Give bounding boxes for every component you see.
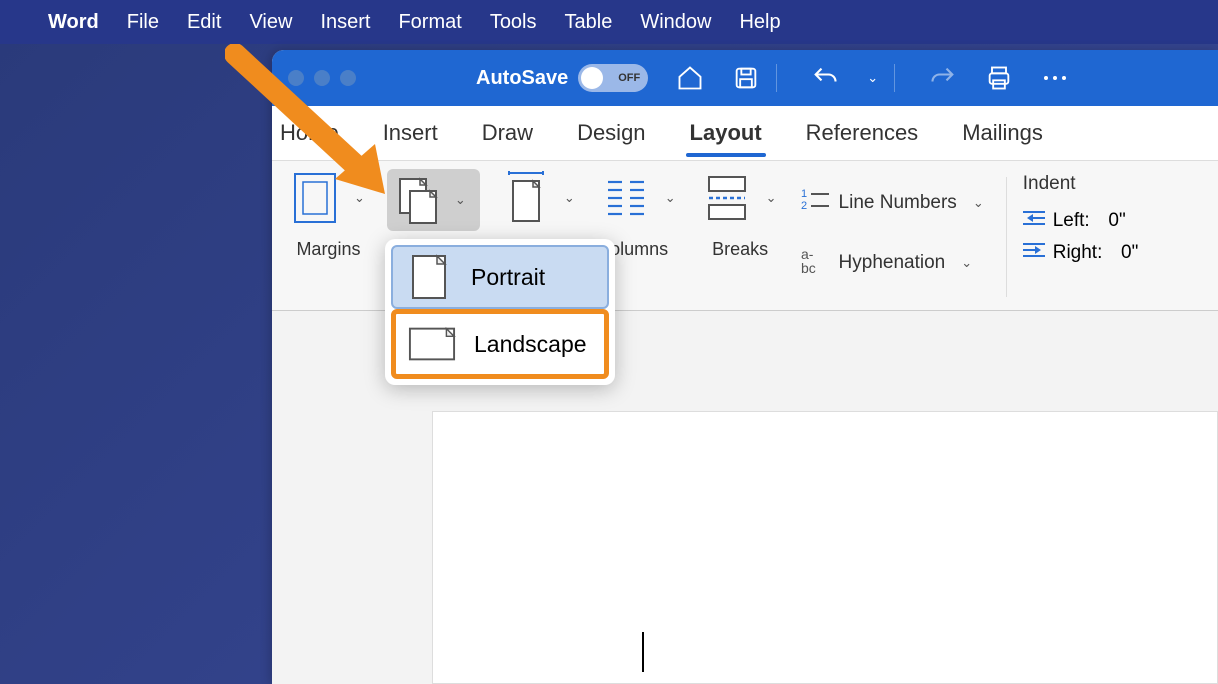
margins-icon [290,173,340,223]
ribbon-content-layout: ⌄ Margins ⌄ O ⌄ [272,161,1218,311]
menubar-edit[interactable]: Edit [187,11,221,34]
menubar-help[interactable]: Help [739,11,780,34]
columns-chevron-icon[interactable]: ⌄ [659,190,682,206]
portrait-page-icon [405,257,453,297]
svg-text:2: 2 [801,200,807,212]
margins-label: Margins [296,239,360,260]
autosave-state: OFF [618,72,640,84]
hyphenation-icon: a-bc [801,247,829,279]
toggle-knob-icon [581,67,603,89]
tab-home[interactable]: Home [276,110,343,156]
line-numbers-button[interactable]: 12 Line Numbers ⌄ [797,181,994,225]
menubar-view[interactable]: View [249,11,292,34]
indent-right-label: Right: [1053,242,1103,264]
svg-text:1: 1 [801,188,807,200]
home-icon[interactable] [676,64,704,92]
menubar-app-name[interactable]: Word [48,11,99,34]
tab-draw[interactable]: Draw [478,110,537,156]
line-numbers-icon: 12 [801,187,829,219]
columns-label: olumns [610,239,668,260]
margins-chevron-icon[interactable]: ⌄ [348,190,371,206]
landscape-label: Landscape [474,331,587,358]
menubar-format[interactable]: Format [398,11,461,34]
undo-dropdown-chevron-icon[interactable]: ⌄ [867,70,878,86]
columns-button[interactable] [597,169,655,227]
traffic-lights [288,70,356,86]
undo-icon[interactable] [811,64,839,92]
indent-group: Indent Left: 0" Right: 0" [1013,169,1149,273]
breaks-icon [702,173,752,223]
svg-text:bc: bc [801,260,816,273]
more-icon[interactable] [1041,73,1069,83]
line-numbers-label: Line Numbers [839,192,957,214]
tab-layout[interactable]: Layout [686,110,766,156]
breaks-label: Breaks [712,239,768,260]
line-numbers-chevron-icon: ⌄ [967,195,990,211]
indent-left-icon [1023,209,1045,233]
ribbon-tabs: Home Insert Draw Design Layout Reference… [272,106,1218,161]
orientation-chevron-icon: ⌄ [449,192,472,208]
orientation-portrait-option[interactable]: Portrait [391,245,609,309]
breaks-chevron-icon[interactable]: ⌄ [760,190,783,206]
indent-title: Indent [1023,173,1139,195]
columns-icon [601,173,651,223]
breaks-button[interactable] [698,169,756,227]
orientation-dropdown: Portrait Landscape [385,239,615,385]
landscape-page-icon [408,324,456,364]
margins-button[interactable] [286,169,344,227]
breaks-group: ⌄ Breaks [690,169,791,260]
menubar-file[interactable]: File [127,11,159,34]
menubar-tools[interactable]: Tools [490,11,537,34]
hyphenation-button[interactable]: a-bc Hyphenation ⌄ [797,241,994,285]
window-titlebar: AutoSave OFF ⌄ [272,50,1218,106]
menubar-window[interactable]: Window [640,11,711,34]
text-cursor-icon [642,632,644,672]
print-icon[interactable] [985,64,1013,92]
size-button[interactable] [496,169,554,227]
hyphenation-chevron-icon: ⌄ [955,255,978,271]
redo-icon[interactable] [929,64,957,92]
close-window-button[interactable] [288,70,304,86]
save-icon[interactable] [732,64,760,92]
indent-left-label: Left: [1053,210,1090,232]
tab-mailings[interactable]: Mailings [958,110,1047,156]
indent-left-value[interactable]: 0" [1098,210,1126,232]
indent-right-icon [1023,241,1045,265]
portrait-label: Portrait [471,264,545,291]
tab-insert[interactable]: Insert [379,110,442,156]
orientation-landscape-option[interactable]: Landscape [391,309,609,379]
minimize-window-button[interactable] [314,70,330,86]
size-icon [500,173,550,223]
document-page[interactable] [432,411,1218,684]
autosave-toggle[interactable]: OFF [578,64,648,92]
hyphenation-label: Hyphenation [839,252,946,274]
menubar-table[interactable]: Table [565,11,613,34]
orientation-icon [395,175,445,225]
maximize-window-button[interactable] [340,70,356,86]
word-app-window: AutoSave OFF ⌄ Home Insert [272,50,1218,684]
autosave-label: AutoSave [476,67,568,90]
margins-group: ⌄ Margins [278,169,379,260]
macos-menubar: Word File Edit View Insert Format Tools … [0,0,1218,44]
size-chevron-icon[interactable]: ⌄ [558,190,581,206]
tab-references[interactable]: References [802,110,923,156]
ribbon-separator [1006,177,1007,297]
orientation-button[interactable]: ⌄ [387,169,480,231]
tab-design[interactable]: Design [573,110,649,156]
menubar-insert[interactable]: Insert [320,11,370,34]
indent-right-value[interactable]: 0" [1110,242,1138,264]
